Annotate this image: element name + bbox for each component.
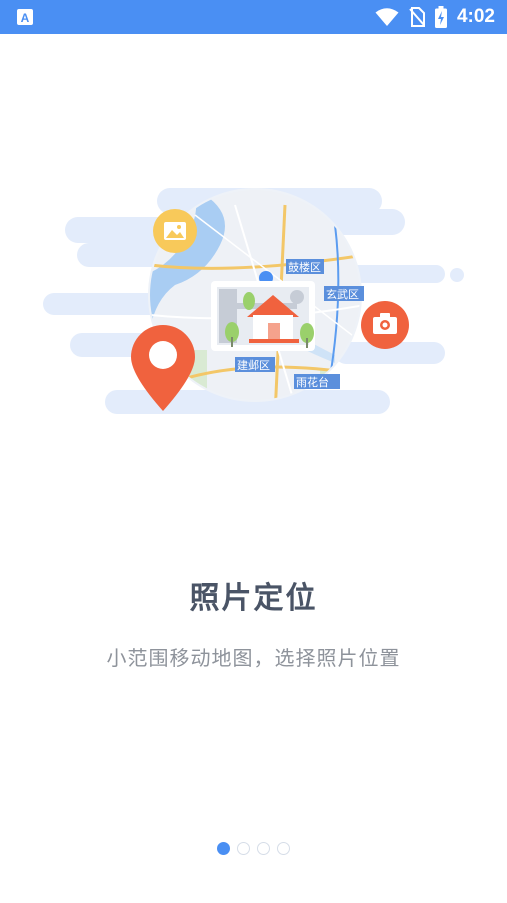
page-dot-4[interactable]: [277, 842, 290, 855]
house-icon: [211, 281, 315, 351]
page-indicator: [0, 842, 507, 855]
map-label-gulou: 鼓楼区: [288, 260, 321, 274]
battery-charging-icon: [434, 6, 447, 28]
svg-text:A: A: [21, 11, 30, 25]
image-icon: [153, 209, 197, 253]
status-time: 4:02: [456, 6, 495, 27]
map-label-yuhuatai: 雨花台: [296, 375, 329, 389]
page-dot-3[interactable]: [257, 842, 270, 855]
page-dot-1[interactable]: [217, 842, 230, 855]
map-label-xuanwu: 玄武区: [326, 287, 359, 301]
page-dot-2[interactable]: [237, 842, 250, 855]
onboarding-title: 照片定位: [189, 581, 318, 616]
onboarding-subtitle: 小范围移动地图，选择照片位置: [106, 646, 401, 670]
no-sim-icon: [409, 7, 425, 27]
wifi-icon: [375, 8, 399, 26]
keyboard-a-icon: A: [17, 9, 33, 25]
map-label-jianye: 建邺区: [237, 358, 270, 372]
camera-icon: [361, 301, 409, 349]
photo-location-illustration: 鼓楼区 玄武区 建邺区 雨花台: [43, 188, 464, 414]
status-bar: A 4:02: [0, 0, 507, 34]
